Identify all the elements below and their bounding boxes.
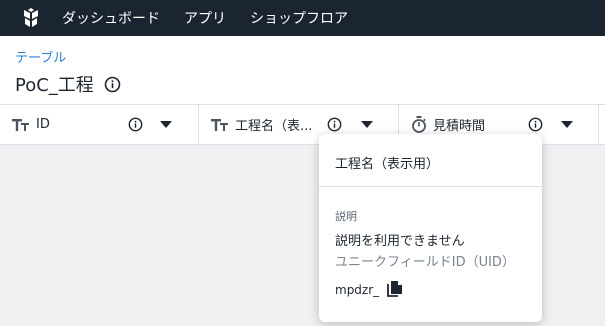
chevron-down-icon[interactable] <box>361 121 373 128</box>
uid-row: mpdzr_ <box>335 281 403 298</box>
column-label: 工程名（表... <box>235 119 313 134</box>
column-info-popup: 工程名（表示用） 説明 説明を利用できません ユニークフィールドID（UID） … <box>319 134 542 322</box>
divider <box>319 186 542 187</box>
column-label: 見積時間 <box>433 119 486 134</box>
uid-value: mpdzr_ <box>335 282 380 297</box>
info-icon[interactable] <box>128 117 143 132</box>
uid-label: ユニークフィールドID（UID） <box>335 255 515 270</box>
info-icon[interactable] <box>104 76 121 93</box>
top-navigation-bar: ダッシュボード アプリ ショップフロア <box>0 0 605 36</box>
nav-apps[interactable]: アプリ <box>184 8 226 28</box>
text-type-icon <box>211 118 229 131</box>
title-row: PoC_工程 <box>15 71 121 97</box>
stopwatch-icon <box>411 116 427 133</box>
copy-icon[interactable] <box>387 281 403 298</box>
chevron-down-icon[interactable] <box>160 121 172 128</box>
page-header: テーブル PoC_工程 <box>0 36 605 104</box>
chevron-down-icon[interactable] <box>561 121 573 128</box>
tulip-logo-icon[interactable] <box>0 0 62 36</box>
info-icon[interactable] <box>327 117 342 132</box>
info-icon[interactable] <box>528 117 543 132</box>
text-type-icon <box>12 118 30 131</box>
page-title: PoC_工程 <box>15 75 94 96</box>
description-value: 説明を利用できません <box>335 234 465 249</box>
column-header-id[interactable]: ID <box>0 105 199 144</box>
column-label: ID <box>36 117 50 132</box>
nav-dashboard[interactable]: ダッシュボード <box>62 8 160 28</box>
description-label: 説明 <box>335 210 357 223</box>
nav-shop-floor[interactable]: ショップフロア <box>250 8 348 28</box>
breadcrumb-tables[interactable]: テーブル <box>15 47 66 66</box>
popup-title: 工程名（表示用） <box>335 157 440 172</box>
